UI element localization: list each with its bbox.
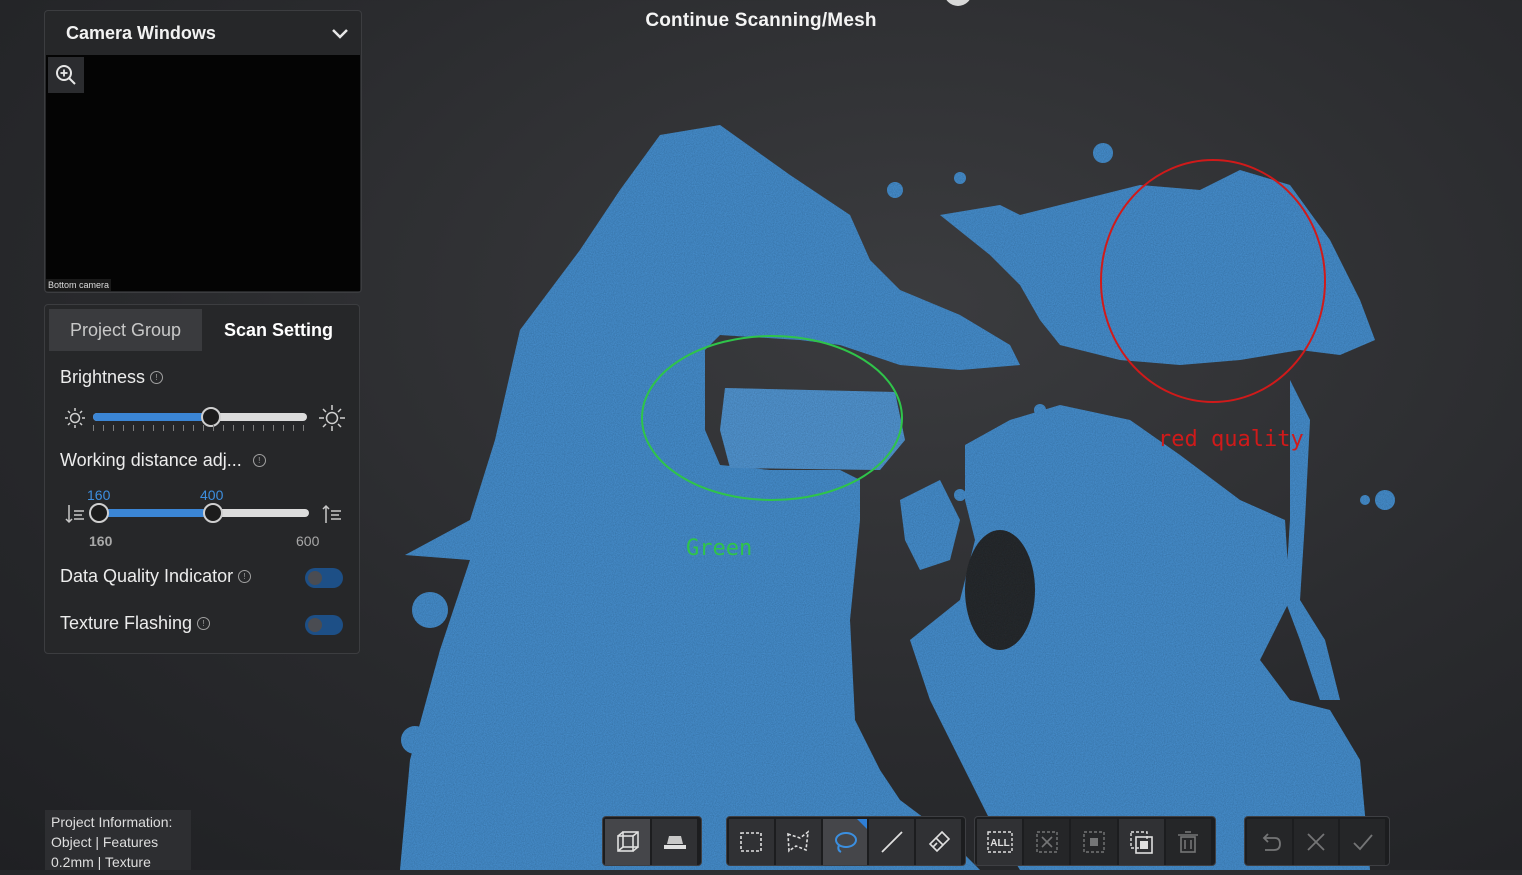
brightness-ticks (93, 425, 307, 431)
project-info-line: 0.2mm | Texture (51, 854, 151, 870)
texture-flashing-label: Texture Flashing (60, 613, 193, 633)
camera-windows-header[interactable]: Camera Windows (45, 11, 361, 55)
distance-high-value: 400 (200, 487, 224, 503)
view-cube-button[interactable] (605, 819, 650, 865)
distance-near-icon (65, 505, 84, 524)
select-all-icon: ALL (986, 831, 1013, 853)
line-select-button[interactable] (869, 819, 915, 865)
view-toolbar-group (602, 816, 702, 866)
red-annotation-label: red quality (1158, 427, 1304, 452)
project-information: Project Information: Object | Features 0… (45, 810, 191, 870)
brightness-low-icon (65, 408, 85, 428)
working-distance-fill (99, 509, 213, 517)
scan-settings-panel: Project Group Scan Setting Brightness ! … (44, 304, 360, 654)
select-toolbar-group (726, 816, 966, 866)
project-info-line: Object | Features (51, 834, 159, 850)
project-info-title: Project Information: (51, 814, 173, 830)
select-all-text: ALL (990, 838, 1009, 849)
working-distance-row: Working distance adj... ! (60, 450, 266, 471)
info-icon[interactable]: ! (238, 570, 252, 583)
lasso-select-icon (834, 832, 857, 853)
green-quality-ellipse (641, 335, 903, 501)
view-cube-icon (616, 831, 639, 852)
data-quality-toggle[interactable] (305, 568, 343, 588)
undo-icon (1263, 833, 1282, 851)
select-connected-button[interactable] (1118, 819, 1164, 865)
distance-high-handle[interactable] (203, 503, 223, 523)
select-all-button[interactable]: ALL (977, 819, 1023, 865)
info-icon[interactable]: ! (197, 617, 211, 630)
data-quality-row: Data Quality Indicator ! (60, 566, 252, 587)
brightness-row: Brightness ! (60, 367, 164, 388)
brush-select-button[interactable] (916, 819, 961, 865)
distance-max-label: 600 (296, 533, 320, 549)
confirm-button[interactable] (1340, 819, 1386, 865)
deselect-button[interactable] (1024, 819, 1070, 865)
camera-windows-panel: Camera Windows Bottom camera (44, 10, 362, 293)
distance-low-value: 160 (87, 487, 111, 503)
selection-edit-toolbar-group: ALL (974, 816, 1216, 866)
invert-select-button[interactable] (1071, 819, 1117, 865)
camera-preview: Bottom camera (46, 55, 360, 291)
zoom-in-icon (56, 65, 76, 85)
distance-min-label: 160 (89, 533, 113, 549)
submenu-indicator (857, 819, 868, 829)
base-plane-icon (663, 836, 686, 849)
confirm-icon (1353, 834, 1373, 851)
zoom-button[interactable] (48, 57, 84, 93)
cancel-button[interactable] (1293, 819, 1339, 865)
camera-label: Bottom camera (46, 279, 112, 291)
settings-tabs: Project Group Scan Setting (49, 309, 355, 351)
chevron-down-icon[interactable] (329, 22, 351, 44)
red-quality-ellipse (1100, 159, 1326, 403)
invert-select-icon (1083, 831, 1105, 853)
line-select-icon (881, 831, 903, 853)
rectangle-select-icon (740, 832, 763, 852)
delete-button[interactable] (1165, 819, 1212, 865)
info-icon[interactable]: ! (150, 371, 164, 384)
tab-scan-setting[interactable]: Scan Setting (202, 309, 355, 351)
green-annotation-label: Green (686, 536, 753, 561)
deselect-icon (1036, 831, 1058, 853)
texture-flashing-row: Texture Flashing ! (60, 613, 211, 634)
brightness-slider-handle[interactable] (200, 407, 221, 427)
delete-icon (1178, 831, 1199, 853)
working-distance-label: Working distance adj... (60, 450, 242, 470)
cancel-icon (1307, 833, 1325, 851)
brightness-high-icon (319, 405, 345, 431)
camera-windows-title: Camera Windows (66, 22, 216, 43)
texture-flashing-toggle[interactable] (305, 615, 343, 635)
base-plane-button[interactable] (652, 819, 697, 865)
data-quality-label: Data Quality Indicator (60, 566, 234, 586)
tab-project-group[interactable]: Project Group (49, 309, 202, 351)
distance-low-handle[interactable] (89, 503, 109, 523)
undo-button[interactable] (1247, 819, 1292, 865)
rectangle-select-button[interactable] (729, 819, 774, 865)
polygon-select-button[interactable] (775, 819, 821, 865)
brightness-label: Brightness (60, 367, 146, 387)
brush-select-icon (928, 830, 950, 853)
distance-far-icon (322, 504, 341, 523)
polygon-select-icon (787, 830, 810, 853)
info-icon[interactable]: ! (252, 454, 266, 467)
lasso-select-button[interactable] (822, 819, 868, 865)
confirm-toolbar-group (1244, 816, 1390, 866)
brightness-slider-fill (93, 413, 211, 421)
select-connected-icon (1130, 831, 1154, 854)
